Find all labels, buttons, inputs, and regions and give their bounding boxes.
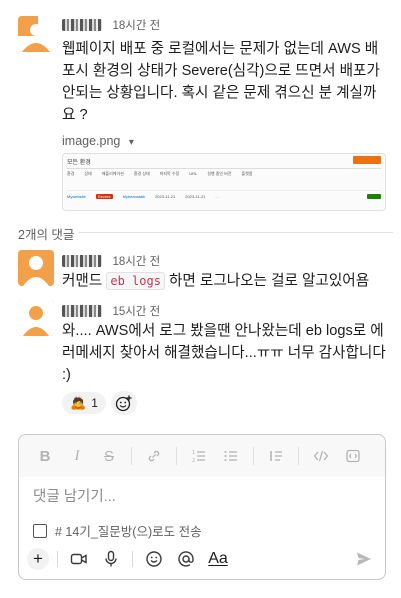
message-text: 웹페이지 배포 중 로컬에서는 문제가 없는데 AWS 배포시 환경의 상태가 …	[62, 41, 380, 123]
toolbar-divider	[176, 447, 177, 465]
code-icon[interactable]	[307, 442, 335, 470]
image-preview[interactable]: 모든 환경 환경 상태 애플리케이션 환경 상태 마지막 수정 URL 실행 중…	[62, 153, 386, 211]
preview-title: 모든 환경	[67, 160, 91, 166]
preview-cell: Mywebsite	[67, 194, 86, 199]
bullet-list-icon[interactable]	[217, 442, 245, 470]
preview-cell: 2023-11-21	[185, 194, 206, 199]
also-send-label: # 14기_질문방(으)로도 전송	[55, 525, 202, 539]
toolbar-divider	[132, 551, 133, 567]
toolbar-divider	[298, 447, 299, 465]
blockquote-icon[interactable]	[262, 442, 290, 470]
preview-cell: 2023-11-21	[155, 194, 176, 199]
preview-cell: ...	[215, 194, 219, 199]
reaction-pill[interactable]: 🙇 1	[62, 392, 106, 414]
message-text: 커맨드 eb logs 하면 로그나오는 걸로 알고있어욤	[62, 270, 388, 292]
timestamp[interactable]: 18시간 전	[112, 20, 160, 32]
author-name[interactable]	[62, 18, 102, 31]
comment-input[interactable]: 댓글 남기기...	[33, 485, 116, 506]
message-text-part: 커맨드	[62, 273, 103, 289]
composer-actions: + Aa	[27, 545, 377, 573]
svg-text:2: 2	[192, 458, 195, 464]
timestamp[interactable]: 18시간 전	[112, 256, 160, 268]
replies-count: 2개의 댓글	[18, 228, 75, 242]
code-block-icon[interactable]	[339, 442, 367, 470]
replies-divider	[78, 232, 393, 233]
attachment-filename[interactable]: image.png	[62, 134, 120, 148]
microphone-icon[interactable]	[98, 547, 124, 571]
avatar[interactable]	[18, 250, 54, 286]
preview-col: 환경	[67, 171, 75, 176]
toolbar-divider	[57, 551, 58, 567]
italic-icon[interactable]: I	[63, 442, 91, 470]
preview-col: 실행 중인 버전	[207, 171, 232, 176]
ordered-list-icon[interactable]: 12	[185, 442, 213, 470]
preview-col: 마지막 수정	[159, 171, 180, 176]
add-reaction-icon	[115, 395, 132, 412]
also-send-checkbox[interactable]	[33, 523, 47, 538]
mention-icon[interactable]	[173, 547, 199, 571]
toolbar-divider	[253, 447, 254, 465]
svg-text:1: 1	[192, 450, 195, 456]
video-icon[interactable]	[66, 547, 92, 571]
preview-col: 환경 상태	[133, 171, 150, 176]
message-text-part: 하면 로그나오는 걸로 알고있어욤	[168, 273, 370, 289]
preview-header-row: 환경 상태 애플리케이션 환경 상태 마지막 수정 URL 실행 중인 버전 플…	[67, 171, 381, 177]
preview-divider	[67, 168, 381, 169]
bold-icon[interactable]: B	[31, 442, 59, 470]
preview-data-row: Mywebsite Severe Mybeanstalk 2023-11-21 …	[67, 194, 381, 199]
preview-col: 플랫폼	[241, 171, 253, 176]
preview-col: 상태	[84, 171, 92, 176]
reaction-count: 1	[91, 396, 98, 410]
timestamp[interactable]: 15시간 전	[112, 306, 160, 318]
avatar[interactable]	[18, 16, 54, 52]
also-send-option[interactable]: # 14기_질문방(으)로도 전송	[33, 521, 202, 540]
reply-composer: B I S 12 댓글 남기기... # 14기_질문방(으)로도 전송 + A…	[18, 434, 386, 580]
attachment-header[interactable]: image.png ▾	[62, 132, 134, 150]
format-toggle-button[interactable]: Aa	[205, 547, 231, 571]
message-text: 와.... AWS에서 로그 봤을땐 안나왔는데 eb logs로 에러메세지 …	[62, 323, 386, 383]
chevron-down-icon[interactable]: ▾	[129, 137, 134, 148]
add-reaction-button[interactable]	[111, 391, 137, 415]
preview-severe-badge: Severe	[95, 194, 113, 199]
preview-cell: Mybeanstalk	[122, 194, 146, 199]
toolbar-divider	[131, 447, 132, 465]
inline-code: eb logs	[106, 272, 165, 290]
preview-action-button	[353, 156, 381, 164]
preview-ok-badge	[367, 194, 381, 199]
preview-divider	[67, 190, 381, 191]
emoji-icon[interactable]	[141, 547, 167, 571]
formatting-toolbar: B I S 12	[19, 435, 385, 477]
preview-col: URL	[189, 171, 198, 176]
bowing-emoji-icon: 🙇	[70, 395, 87, 410]
send-icon[interactable]	[351, 547, 377, 571]
plus-icon[interactable]: +	[27, 548, 49, 570]
author-name[interactable]	[62, 254, 102, 267]
author-name[interactable]	[62, 304, 102, 317]
preview-col: 애플리케이션	[101, 171, 124, 176]
avatar[interactable]	[18, 300, 54, 336]
strike-icon[interactable]: S	[95, 442, 123, 470]
link-icon[interactable]	[140, 442, 168, 470]
